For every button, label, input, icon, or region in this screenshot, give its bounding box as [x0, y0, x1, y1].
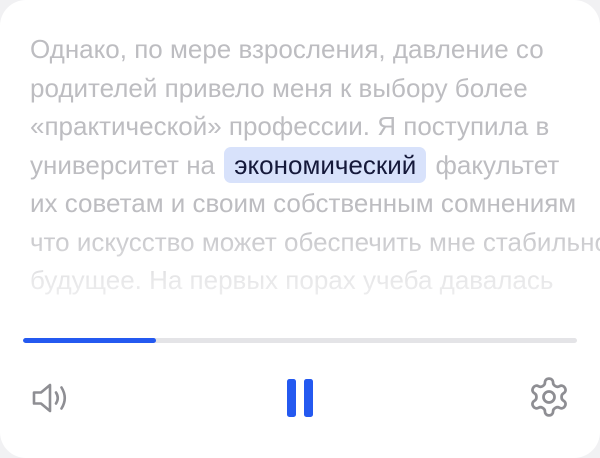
gear-icon: [531, 377, 567, 417]
progress-bar[interactable]: [23, 338, 577, 343]
settings-button[interactable]: [524, 372, 574, 422]
progress-fill: [23, 338, 156, 343]
pause-button[interactable]: [276, 372, 324, 424]
text-before-highlight: университет на: [30, 149, 223, 180]
pause-icon: [287, 379, 313, 417]
volume-icon: [32, 383, 67, 413]
text-line: родителей привело меня к выбору более: [30, 72, 528, 103]
text-line: «практической» профессии. Я поступила в: [30, 111, 550, 141]
text-line: Однако, по мере взросления, давление со: [30, 34, 544, 64]
highlighted-word: экономический: [224, 146, 427, 183]
reading-text: Однако, по мере взросления, давление со …: [30, 30, 600, 330]
volume-button[interactable]: [26, 374, 76, 422]
text-after-highlight: факультет: [428, 149, 560, 180]
text-line: их советам и своим собственным сомнениям: [30, 188, 577, 218]
text-line-current: университет на экономический факультет: [30, 146, 600, 185]
reader-card: Однако, по мере взросления, давление со …: [0, 0, 600, 458]
text-line: будущее. На первых порах учеба давалась: [30, 265, 554, 295]
text-line: что искусство может обеспечить мне стаби…: [30, 226, 600, 257]
